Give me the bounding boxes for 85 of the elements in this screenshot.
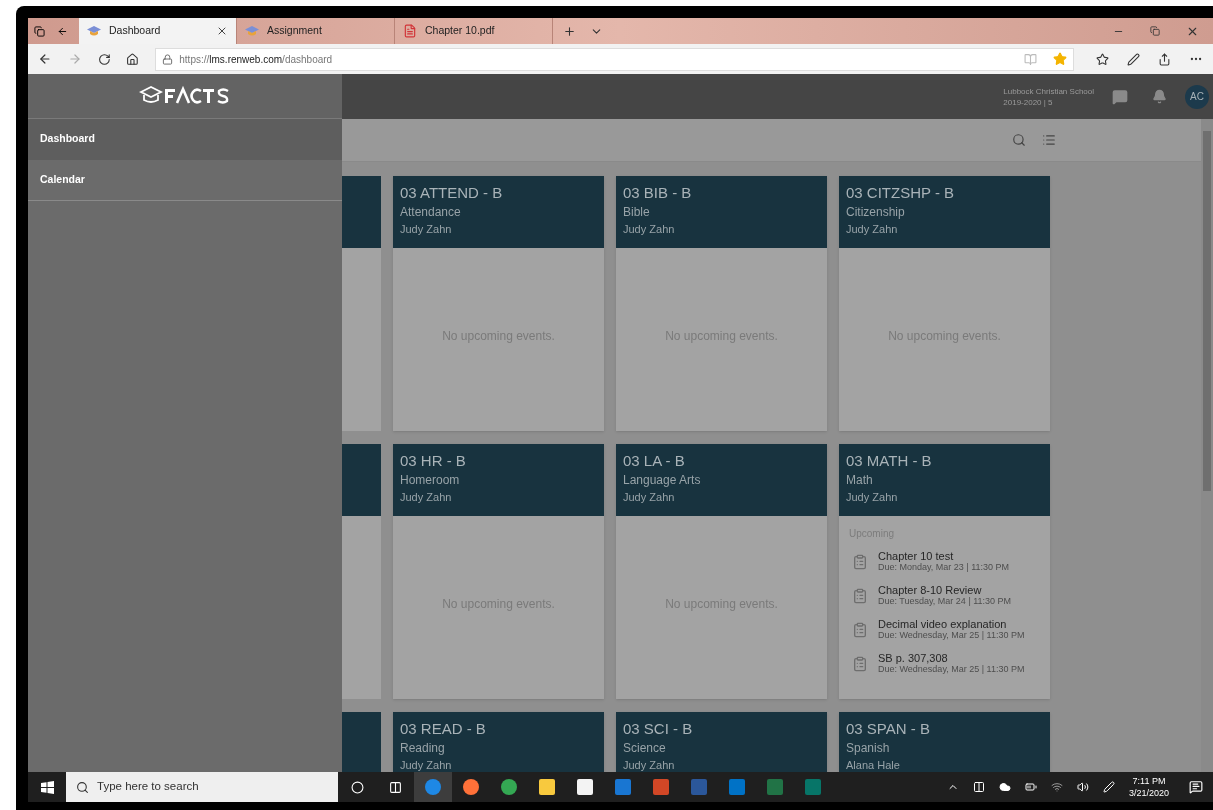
- teacher-name: Judy Zahn: [623, 758, 676, 772]
- wifi-icon[interactable]: [1050, 781, 1063, 793]
- course-subject: Citizenship: [846, 204, 906, 220]
- close-icon[interactable]: [216, 25, 228, 37]
- event-title[interactable]: Chapter 10 test: [878, 550, 1010, 562]
- favorites-icon[interactable]: [1096, 52, 1109, 66]
- event-due: Due: Tuesday, Mar 24 | 11:30 PM: [878, 596, 1012, 607]
- cloud-icon[interactable]: [998, 781, 1011, 793]
- course-code: 03 SPAN - B: [846, 720, 931, 738]
- course-subject: Language Arts: [623, 472, 702, 488]
- search-icon[interactable]: [1012, 133, 1026, 147]
- teacher-name: Judy Zahn: [846, 490, 899, 504]
- course-code: 03 READ - B: [400, 720, 487, 738]
- windows-logo-icon[interactable]: [40, 780, 54, 794]
- notification-icon[interactable]: [1152, 89, 1167, 104]
- taskbar-clock[interactable]: 7:11 PM 3/21/2020: [1128, 775, 1169, 799]
- refresh-icon[interactable]: [97, 52, 111, 66]
- cortana-icon[interactable]: [350, 780, 364, 794]
- course-subject: Reading: [400, 740, 446, 756]
- school-name: Lubbock Christian School: [1003, 85, 1094, 97]
- teacher-name: Judy Zahn: [623, 222, 676, 236]
- notification-center-icon[interactable]: [1189, 780, 1203, 794]
- battery-icon[interactable]: [1024, 781, 1037, 793]
- mortarboard-icon: [245, 26, 259, 36]
- teacher-name: Judy Zahn: [400, 490, 453, 504]
- event-due: Due: Wednesday, Mar 25 | 11:30 PM: [878, 630, 1025, 641]
- sidebar-item[interactable]: Dashboard: [28, 119, 342, 160]
- clipboard-icon: [852, 655, 868, 672]
- course-subject: Math: [846, 472, 874, 488]
- teacher-name: Judy Zahn: [400, 222, 453, 236]
- message-icon[interactable]: [1112, 88, 1128, 105]
- school-term: 2019-2020 | 5: [1003, 96, 1054, 108]
- clipboard-icon: [852, 553, 868, 570]
- mortarboard-icon: [87, 26, 101, 36]
- pen-icon[interactable]: [1127, 52, 1140, 66]
- new-tab-icon[interactable]: [563, 24, 576, 38]
- event-due: Due: Monday, Mar 23 | 11:30 PM: [878, 562, 1010, 573]
- course-code: 03 BIB - B: [623, 184, 693, 202]
- course-code: 03 ATTEND - B: [400, 184, 504, 202]
- course-code: 03 CITZSHP - B: [846, 184, 956, 202]
- address-field[interactable]: https://lms.renweb.com/dashboard: [155, 47, 1074, 71]
- tabs-aside-icon[interactable]: [34, 25, 45, 37]
- event-title[interactable]: SB p. 307,308: [878, 652, 1025, 664]
- task-view-icon[interactable]: [388, 780, 402, 794]
- app-icon[interactable]: [463, 779, 479, 795]
- teacher-name: Judy Zahn: [846, 222, 899, 236]
- search-icon: [76, 780, 89, 794]
- user-avatar[interactable]: AC: [1185, 84, 1209, 109]
- clipboard-icon: [852, 621, 868, 638]
- back-icon[interactable]: [38, 52, 52, 66]
- list-view-icon[interactable]: [1042, 133, 1056, 147]
- course-code: 03 SCI - B: [623, 720, 694, 738]
- course-card[interactable]: 03 SPAN - B Spanish Alana Hale: [839, 712, 1050, 772]
- course-card[interactable]: 03 SCI - B Science Judy Zahn: [616, 712, 827, 772]
- course-code: 03 LA - B: [623, 452, 686, 470]
- restore-icon[interactable]: [1150, 26, 1160, 36]
- star-icon[interactable]: [1053, 52, 1067, 66]
- forward-icon: [67, 52, 82, 66]
- course-card[interactable]: [839, 444, 1050, 699]
- course-card[interactable]: 03 READ - B Reading Judy Zahn: [393, 712, 604, 772]
- facts-logo-icon: [139, 85, 231, 107]
- event-due: Due: Wednesday, Mar 25 | 11:30 PM: [878, 664, 1025, 675]
- teacher-name: Alana Hale: [846, 758, 901, 772]
- volume-icon[interactable]: [1076, 781, 1089, 793]
- clipboard-icon: [852, 587, 868, 604]
- teacher-name: Judy Zahn: [400, 758, 453, 772]
- lock-icon: [162, 53, 174, 65]
- course-subject: Spanish: [846, 740, 891, 756]
- scrollbar[interactable]: [1201, 119, 1213, 772]
- event-title[interactable]: Decimal video explanation: [878, 618, 1025, 630]
- home-icon[interactable]: [126, 52, 140, 66]
- course-subject: Attendance: [400, 204, 462, 220]
- share-icon[interactable]: [1158, 52, 1171, 66]
- pdf-icon: [403, 24, 417, 38]
- taskbar-search-field[interactable]: Type here to search: [66, 772, 338, 802]
- app-icon[interactable]: [501, 779, 517, 795]
- course-subject: Bible: [623, 204, 651, 220]
- event-title[interactable]: Chapter 8-10 Review: [878, 584, 1012, 596]
- course-code: 03 MATH - B: [846, 452, 933, 470]
- browser-tab[interactable]: Dashboard: [79, 18, 237, 44]
- teacher-name: Judy Zahn: [623, 490, 676, 504]
- course-subject: Science: [623, 740, 667, 756]
- app-icon[interactable]: [425, 779, 441, 795]
- course-subject: Homeroom: [400, 472, 461, 488]
- course-code: 03 HR - B: [400, 452, 467, 470]
